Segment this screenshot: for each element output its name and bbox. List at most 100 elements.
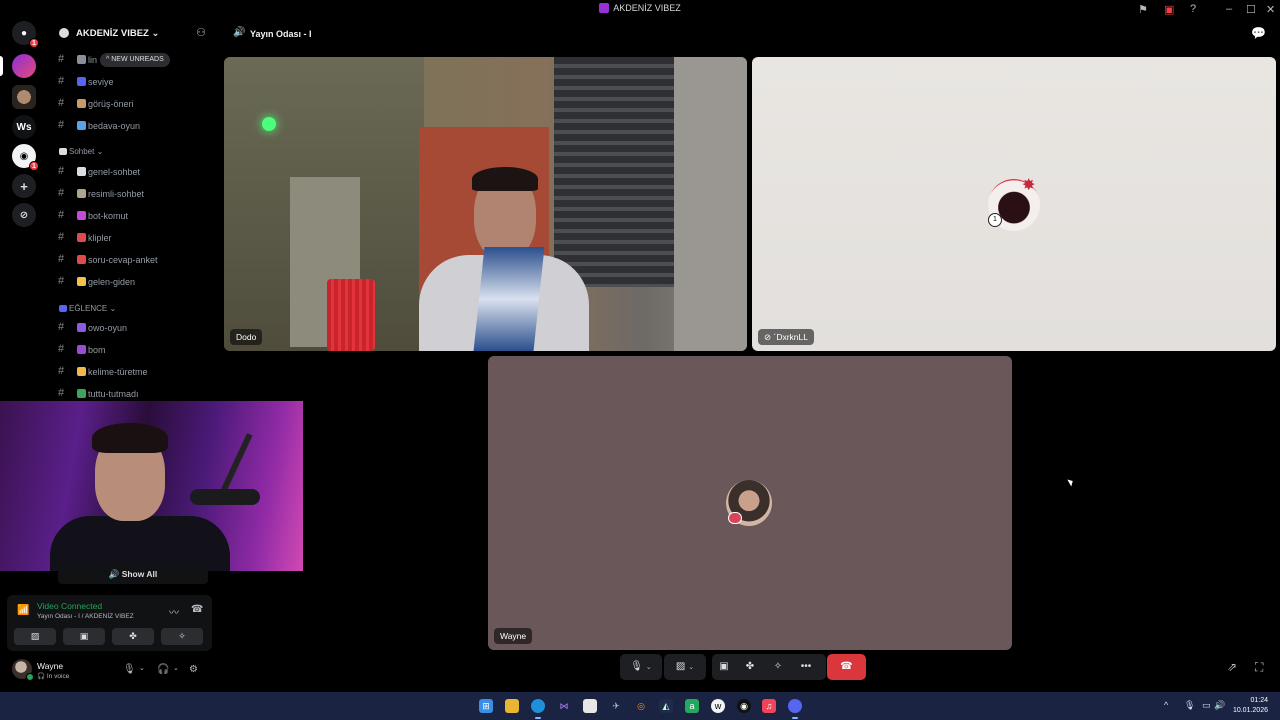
server-avatar-2[interactable] bbox=[12, 85, 36, 109]
discover-icon[interactable]: ⊘ bbox=[12, 203, 36, 227]
channel-soru-cevap-anket[interactable]: # soru-cevap-anket bbox=[58, 251, 214, 269]
channel-owo-oyun[interactable]: # owo-oyun bbox=[58, 319, 214, 337]
minimize-icon[interactable]: – bbox=[1226, 3, 1232, 15]
channel-gelen-giden[interactable]: # gelen-giden bbox=[58, 273, 214, 291]
screen-share-icon[interactable]: ▣ bbox=[712, 654, 736, 680]
notes-icon[interactable]: a bbox=[685, 699, 699, 713]
clock[interactable]: 01:24 10.01.2026 bbox=[1233, 696, 1268, 716]
channel-emoji-icon bbox=[77, 233, 86, 242]
start-icon[interactable]: ⊞ bbox=[479, 699, 493, 713]
maximize-icon[interactable]: ☐ bbox=[1246, 3, 1256, 16]
text-channel-hash-icon: # bbox=[58, 165, 65, 177]
signal-icon[interactable]: 📶 bbox=[17, 605, 29, 616]
screen-share-icon[interactable]: ▣ bbox=[1164, 3, 1174, 16]
title-bar: AKDENİZ VIBEZ ⚑ ▣ ? – ☐ ✕ bbox=[0, 0, 1280, 18]
background-wall-right bbox=[674, 57, 747, 351]
camera-toggle-button[interactable]: ▨ bbox=[14, 628, 56, 645]
edge-icon[interactable] bbox=[531, 699, 545, 719]
new-unreads-pill[interactable]: ^ NEW UNREADS bbox=[100, 53, 170, 67]
microphone-button[interactable]: 🎙 ⌄ bbox=[620, 654, 662, 680]
audio-options-chevron-icon[interactable]: ⌄ bbox=[173, 664, 179, 672]
server-header[interactable]: AKDENİZ VIBEZ ⌄ ⚇ bbox=[48, 18, 218, 48]
channel-emoji-icon bbox=[77, 323, 86, 332]
server-ws[interactable]: Ws bbox=[12, 115, 36, 139]
soundboard-button[interactable]: ✧ bbox=[161, 628, 203, 645]
tray-expand-icon[interactable]: ^ bbox=[1164, 700, 1168, 710]
store-icon[interactable] bbox=[583, 699, 597, 713]
new-unreads-label: NEW UNREADS bbox=[111, 56, 164, 63]
tray-volume-icon[interactable]: 🔊 bbox=[1214, 700, 1225, 711]
tray-display-icon[interactable]: ▭ bbox=[1202, 700, 1211, 711]
text-channel-hash-icon: # bbox=[58, 53, 65, 65]
server-eye[interactable]: ◉ 1 bbox=[12, 144, 39, 171]
participant-name-tag: Dodo bbox=[230, 329, 263, 345]
channel-seviye[interactable]: # seviye bbox=[58, 73, 214, 91]
camera-button[interactable]: ▨ ⌄ bbox=[664, 654, 706, 680]
visual-studio-icon[interactable]: ⋈ bbox=[557, 699, 571, 713]
channel-emoji-icon bbox=[77, 167, 86, 176]
channel-görüş-öneri[interactable]: # görüş-öneri bbox=[58, 95, 214, 113]
server-akdeniz-vibez[interactable] bbox=[12, 54, 36, 78]
activities-button[interactable]: ✤ bbox=[112, 628, 154, 645]
fullscreen-icon[interactable]: ⛶ bbox=[1255, 660, 1263, 675]
channel-label: bot-komut bbox=[88, 211, 129, 221]
chevron-down-icon[interactable]: ⌄ bbox=[646, 664, 652, 671]
app-w-icon[interactable]: w bbox=[711, 699, 725, 713]
category-eğlence[interactable]: EĞLENCE ⌄ bbox=[59, 304, 116, 313]
show-all-button[interactable]: 🔊 Show All bbox=[58, 566, 208, 584]
channel-bom[interactable]: # bom bbox=[58, 341, 214, 359]
channel-bot-komut[interactable]: # bot-komut bbox=[58, 207, 214, 225]
chat-bubble-icon[interactable]: 💬 bbox=[1251, 26, 1266, 40]
channel-label: seviye bbox=[88, 77, 114, 87]
avatar-decoration-icon: ✸ bbox=[1022, 177, 1036, 194]
video-tile-dodo[interactable]: Dodo bbox=[224, 57, 747, 351]
server-rail: ● 1 Ws ◉ 1 + ⊘ bbox=[0, 18, 48, 692]
username[interactable]: Wayne bbox=[37, 661, 63, 671]
mic-options-chevron-icon[interactable]: ⌄ bbox=[139, 664, 145, 672]
popout-icon[interactable]: ⇗ bbox=[1227, 660, 1237, 674]
more-options-icon[interactable]: ••• bbox=[794, 654, 818, 680]
screen-share-button[interactable]: ▣ bbox=[63, 628, 105, 645]
category-label: EĞLENCE bbox=[69, 304, 108, 313]
mute-mic-icon[interactable]: 🎙 bbox=[123, 664, 136, 675]
voice-connection-panel: 📶 Video Connected Yayın Odası - I / AKDE… bbox=[7, 595, 212, 651]
file-explorer-icon[interactable] bbox=[505, 699, 519, 713]
davinci-icon[interactable]: ◭ bbox=[659, 699, 673, 713]
text-channel-hash-icon: # bbox=[58, 75, 65, 87]
leave-call-button[interactable]: ☎ bbox=[827, 654, 866, 680]
chevron-down-icon[interactable]: ⌄ bbox=[688, 664, 694, 671]
obs-icon[interactable]: ◉ bbox=[737, 699, 751, 713]
channel-emoji-icon bbox=[77, 255, 86, 264]
invite-people-icon[interactable]: ⚇ bbox=[196, 26, 206, 39]
channel-label: klipler bbox=[88, 233, 112, 243]
noise-suppression-icon[interactable]: 〰 bbox=[169, 604, 179, 619]
steam-icon[interactable]: ✈ bbox=[609, 699, 623, 713]
direct-messages-icon[interactable]: ● 1 bbox=[12, 21, 39, 48]
channel-klipler[interactable]: # klipler bbox=[58, 229, 214, 247]
inbox-flag-icon[interactable]: ⚑ bbox=[1138, 3, 1148, 16]
video-tile-wayne[interactable]: Wayne bbox=[488, 356, 1012, 650]
channel-resimli-sohbet[interactable]: # resimli-sohbet bbox=[58, 185, 214, 203]
category-emoji-icon bbox=[59, 148, 67, 155]
disconnect-icon[interactable]: ☎ bbox=[191, 604, 203, 615]
tray-mic-icon[interactable]: 🎙 bbox=[1184, 700, 1195, 711]
channel-kelime-türetme[interactable]: # kelime-türetme bbox=[58, 363, 214, 381]
soundboard-icon[interactable]: ✧ bbox=[766, 654, 790, 680]
channel-bedava-oyun[interactable]: # bedava-oyun bbox=[58, 117, 214, 135]
video-tile-dxrknll[interactable]: ✸ 1 ⊘ ´DxrknLL bbox=[752, 57, 1276, 351]
voice-location[interactable]: Yayın Odası - I / AKDENİZ VIBEZ bbox=[37, 613, 134, 620]
self-camera-preview[interactable] bbox=[0, 401, 303, 571]
category-sohbet[interactable]: Sohbet ⌄ bbox=[59, 147, 103, 156]
channel-genel-sohbet[interactable]: # genel-sohbet bbox=[58, 163, 214, 181]
headphones-icon[interactable]: 🎧 bbox=[157, 664, 169, 675]
help-icon[interactable]: ? bbox=[1190, 3, 1196, 15]
blender-icon[interactable]: ◎ bbox=[634, 699, 648, 713]
music-icon[interactable]: ♫ bbox=[762, 699, 776, 713]
activities-icon[interactable]: ✤ bbox=[738, 654, 762, 680]
discord-icon[interactable] bbox=[788, 699, 802, 719]
close-icon[interactable]: ✕ bbox=[1266, 3, 1275, 16]
add-server-icon[interactable]: + bbox=[12, 174, 36, 198]
channel-emoji-icon bbox=[77, 345, 86, 354]
text-channel-hash-icon: # bbox=[58, 231, 65, 243]
user-settings-gear-icon[interactable]: ⚙ bbox=[189, 664, 198, 675]
